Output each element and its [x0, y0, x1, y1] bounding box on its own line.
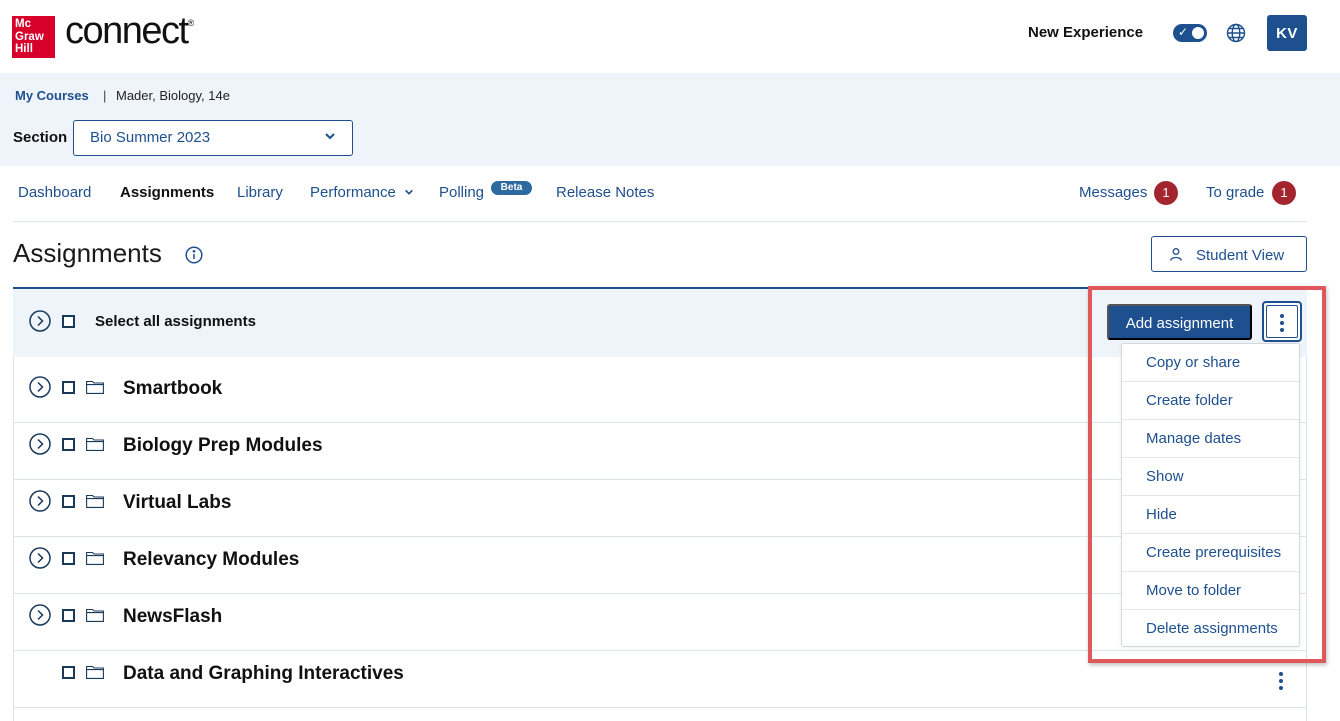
- more-actions-button[interactable]: [1262, 301, 1302, 342]
- folder-checkbox[interactable]: [62, 609, 75, 622]
- globe-icon[interactable]: [1226, 23, 1246, 43]
- row-divider: [13, 479, 1307, 480]
- folder-icon: [86, 494, 104, 508]
- to-grade-link[interactable]: To grade: [1206, 184, 1264, 201]
- connect-wordmark: connect®: [65, 10, 194, 53]
- row-divider: [13, 536, 1307, 537]
- menu-item-show[interactable]: Show: [1122, 458, 1299, 496]
- folder-title[interactable]: Biology Prep Modules: [123, 435, 323, 457]
- menu-item-manage-dates[interactable]: Manage dates: [1122, 420, 1299, 458]
- folder-title[interactable]: Data and Graphing Interactives: [123, 663, 404, 685]
- breadcrumb-current-course: Mader, Biology, 14e: [116, 88, 230, 103]
- select-all-checkbox[interactable]: [62, 315, 75, 328]
- info-icon[interactable]: [185, 246, 203, 264]
- kebab-icon: [1280, 314, 1284, 335]
- folder-icon: [86, 437, 104, 451]
- nav-divider: [13, 221, 1307, 222]
- menu-item-create-folder[interactable]: Create folder: [1122, 382, 1299, 420]
- expand-all-icon[interactable]: [29, 310, 51, 332]
- section-select[interactable]: Bio Summer 2023: [73, 120, 353, 156]
- menu-item-move-to-folder[interactable]: Move to folder: [1122, 572, 1299, 610]
- toggle-knob: [1192, 27, 1204, 39]
- student-view-label: Student View: [1196, 247, 1285, 264]
- chevron-down-icon: [325, 133, 335, 140]
- tab-dashboard[interactable]: Dashboard: [18, 184, 91, 201]
- expand-folder-icon[interactable]: [29, 604, 51, 626]
- tab-release-notes[interactable]: Release Notes: [556, 184, 654, 201]
- check-icon: ✓: [1178, 25, 1189, 39]
- menu-item-create-prerequisites[interactable]: Create prerequisites: [1122, 534, 1299, 572]
- messages-count-badge: 1: [1154, 181, 1178, 205]
- tab-polling[interactable]: Polling: [439, 184, 484, 201]
- student-view-button[interactable]: Student View: [1151, 236, 1307, 272]
- tab-performance-label: Performance: [310, 184, 396, 201]
- logo-line-hill: Hill: [15, 43, 33, 55]
- row-kebab-icon[interactable]: [1279, 672, 1283, 693]
- folder-checkbox[interactable]: [62, 381, 75, 394]
- more-actions-menu: Copy or share Create folder Manage dates…: [1121, 343, 1300, 647]
- folder-checkbox[interactable]: [62, 438, 75, 451]
- messages-link[interactable]: Messages: [1079, 184, 1147, 201]
- section-selected-value: Bio Summer 2023: [90, 129, 211, 146]
- logo-line-mc: Mc: [15, 18, 31, 30]
- connect-wordmark-text: connect: [65, 10, 189, 52]
- new-experience-label: New Experience: [1028, 24, 1144, 41]
- breadcrumb-separator: |: [103, 88, 107, 103]
- folder-checkbox[interactable]: [62, 666, 75, 679]
- row-divider: [13, 422, 1307, 423]
- expand-folder-icon[interactable]: [29, 376, 51, 398]
- menu-item-delete-assignments[interactable]: Delete assignments: [1122, 610, 1299, 648]
- folder-title[interactable]: NewsFlash: [123, 606, 222, 628]
- logo-line-graw: Graw: [15, 30, 44, 43]
- row-divider: [13, 593, 1307, 594]
- menu-item-hide[interactable]: Hide: [1122, 496, 1299, 534]
- folder-title[interactable]: Relevancy Modules: [123, 549, 299, 571]
- mcgraw-hill-logo[interactable]: Mc Graw Hill: [12, 16, 55, 58]
- breadcrumb-my-courses[interactable]: My Courses: [15, 88, 89, 103]
- user-avatar[interactable]: KV: [1267, 15, 1307, 51]
- folder-title[interactable]: Smartbook: [123, 378, 222, 400]
- menu-item-copy-or-share[interactable]: Copy or share: [1122, 344, 1299, 382]
- section-label: Section: [13, 129, 68, 146]
- select-all-label: Select all assignments: [95, 313, 256, 330]
- folder-checkbox[interactable]: [62, 495, 75, 508]
- add-assignment-button[interactable]: Add assignment: [1107, 304, 1252, 340]
- folder-icon: [86, 551, 104, 565]
- tab-library[interactable]: Library: [237, 184, 283, 201]
- registered-mark: ®: [187, 18, 195, 28]
- expand-folder-icon[interactable]: [29, 547, 51, 569]
- tab-performance[interactable]: Performance: [310, 184, 414, 201]
- folder-title[interactable]: Virtual Labs: [123, 492, 231, 514]
- row-divider: [13, 650, 1307, 651]
- folder-icon: [86, 665, 104, 679]
- chevron-down-icon: [405, 189, 413, 195]
- page-title: Assignments: [13, 238, 162, 268]
- expand-folder-icon[interactable]: [29, 433, 51, 455]
- to-grade-count-badge: 1: [1272, 181, 1296, 205]
- tab-assignments[interactable]: Assignments: [120, 184, 214, 201]
- top-header: Mc Graw Hill connect® New Experience ✓ K…: [0, 0, 1340, 73]
- expand-folder-icon[interactable]: [29, 490, 51, 512]
- folder-icon: [86, 608, 104, 622]
- row-divider: [13, 707, 1307, 708]
- person-icon: [1170, 248, 1182, 261]
- folder-icon: [86, 380, 104, 394]
- new-experience-toggle[interactable]: ✓: [1173, 24, 1207, 42]
- folder-checkbox[interactable]: [62, 552, 75, 565]
- beta-badge: Beta: [491, 181, 532, 195]
